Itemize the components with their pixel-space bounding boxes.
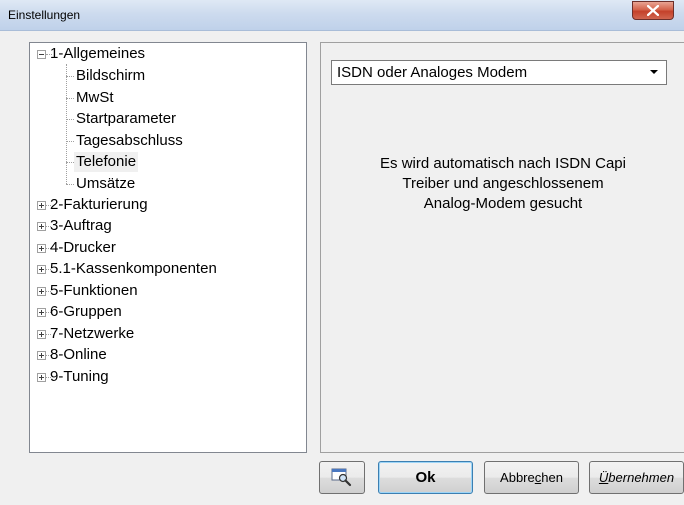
tree-node-mwst[interactable]: MwSt bbox=[76, 88, 114, 108]
settings-panel: ISDN oder Analoges Modem Es wird automat… bbox=[320, 42, 684, 453]
title-bar: Einstellungen bbox=[0, 0, 684, 31]
expand-icon[interactable] bbox=[37, 287, 46, 296]
ok-button[interactable]: Ok bbox=[378, 461, 473, 494]
tree-node-telefonie[interactable]: Telefonie bbox=[74, 152, 139, 172]
chevron-down-icon bbox=[650, 70, 658, 74]
tree-node-kassenkomponenten[interactable]: 5.1-Kassenkomponenten bbox=[50, 259, 217, 279]
info-line: Analog-Modem gesucht bbox=[423, 195, 583, 212]
expand-icon[interactable] bbox=[37, 265, 46, 274]
expand-icon[interactable] bbox=[37, 351, 46, 360]
tree-node-gruppen[interactable]: 6-Gruppen bbox=[50, 302, 122, 322]
info-text: Es wird automatisch nach ISDN Capi Treib… bbox=[321, 154, 684, 214]
tree-node-netzwerke[interactable]: 7-Netzwerke bbox=[50, 324, 134, 344]
tree-connector bbox=[66, 76, 74, 77]
cancel-button[interactable]: Abbrechen bbox=[484, 461, 579, 494]
tree-node-online[interactable]: 8-Online bbox=[50, 345, 107, 365]
tree-connector bbox=[66, 64, 67, 184]
tree-connector bbox=[66, 98, 74, 99]
tree-node-auftrag[interactable]: 3-Auftrag bbox=[50, 216, 112, 236]
tree-node-allgemeines[interactable]: 1-Allgemeines bbox=[50, 44, 145, 64]
apply-accelerator: Ü bbox=[598, 470, 609, 485]
settings-tree[interactable]: 1-Allgemeines Bildschirm MwSt Startparam… bbox=[29, 42, 307, 453]
tree-node-tagesabschluss[interactable]: Tagesabschluss bbox=[76, 131, 183, 151]
tree-connector bbox=[66, 119, 74, 120]
modem-type-dropdown[interactable]: ISDN oder Analoges Modem bbox=[331, 60, 667, 85]
tree-node-umsaetze[interactable]: Umsätze bbox=[76, 174, 135, 194]
tree-connector bbox=[66, 184, 74, 185]
info-line: Treiber und angeschlossenem bbox=[402, 175, 604, 192]
apply-label-part: bernehmen bbox=[608, 470, 675, 485]
tree-connector bbox=[66, 162, 74, 163]
expand-icon[interactable] bbox=[37, 244, 46, 253]
search-window-button[interactable] bbox=[319, 461, 365, 494]
tree-node-startparameter[interactable]: Startparameter bbox=[76, 109, 176, 129]
tree-node-fakturierung[interactable]: 2-Fakturierung bbox=[50, 195, 148, 215]
tree-connector bbox=[66, 141, 74, 142]
tree-node-bildschirm[interactable]: Bildschirm bbox=[76, 66, 145, 86]
expand-icon[interactable] bbox=[37, 222, 46, 231]
window-title: Einstellungen bbox=[8, 8, 81, 22]
cancel-label-part: hen bbox=[541, 470, 563, 485]
expand-icon[interactable] bbox=[37, 373, 46, 382]
close-icon bbox=[647, 5, 659, 16]
expand-icon[interactable] bbox=[37, 330, 46, 339]
collapse-icon[interactable] bbox=[37, 50, 46, 59]
search-window-icon bbox=[331, 468, 352, 487]
close-button[interactable] bbox=[632, 1, 674, 20]
tree-node-drucker[interactable]: 4-Drucker bbox=[50, 238, 116, 258]
expand-icon[interactable] bbox=[37, 201, 46, 210]
cancel-label-part: Abbre bbox=[500, 470, 535, 485]
expand-icon[interactable] bbox=[37, 308, 46, 317]
dialog-body: 1-Allgemeines Bildschirm MwSt Startparam… bbox=[0, 31, 684, 505]
tree-node-funktionen[interactable]: 5-Funktionen bbox=[50, 281, 138, 301]
apply-button[interactable]: Übernehmen bbox=[589, 461, 684, 494]
tree-node-tuning[interactable]: 9-Tuning bbox=[50, 367, 109, 387]
dropdown-value: ISDN oder Analoges Modem bbox=[337, 64, 528, 81]
info-line: Es wird automatisch nach ISDN Capi bbox=[380, 155, 626, 172]
